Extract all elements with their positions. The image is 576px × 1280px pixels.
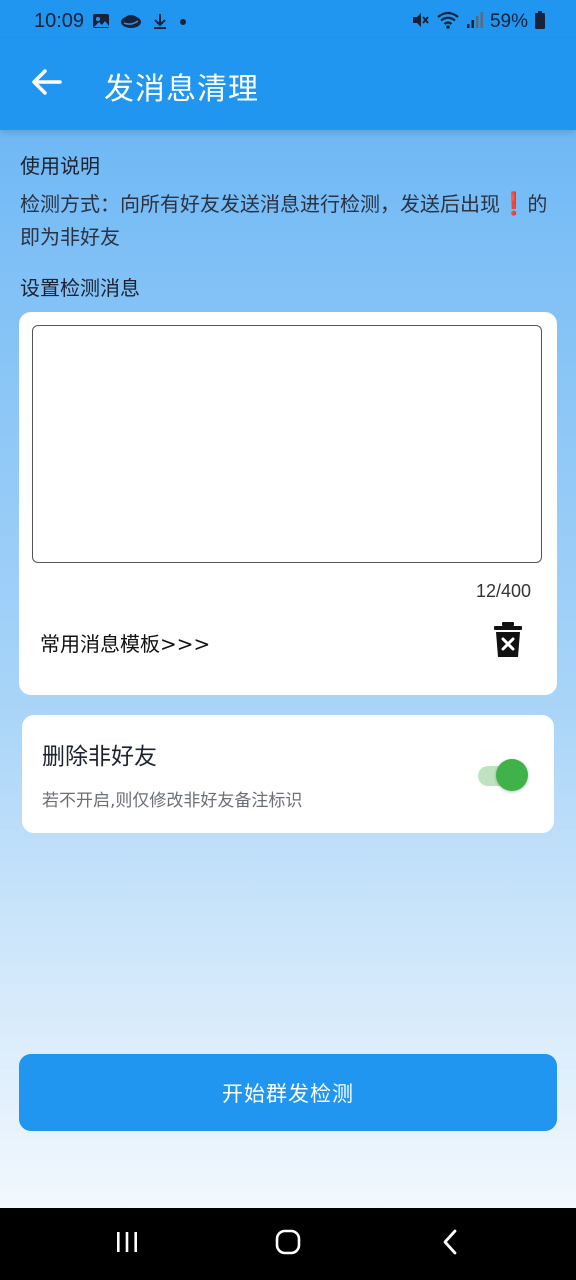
exclamation-icon: ❗ bbox=[500, 192, 528, 217]
status-left-icons bbox=[92, 12, 188, 34]
dot-icon bbox=[178, 12, 188, 34]
start-detection-button[interactable]: 开始群发检测 bbox=[19, 1054, 557, 1131]
delete-option-title: 删除非好友 bbox=[42, 744, 157, 770]
trash-icon bbox=[493, 622, 523, 663]
message-card: 12/400 常用消息模板>>> bbox=[19, 312, 557, 695]
battery-percent: 59% bbox=[489, 11, 528, 32]
home-icon bbox=[274, 1228, 302, 1260]
toggle-thumb bbox=[496, 759, 528, 791]
status-right-icons: 59% bbox=[410, 10, 546, 34]
instructions-heading: 使用说明 bbox=[20, 154, 100, 178]
cloud-icon bbox=[120, 12, 142, 34]
message-setting-heading: 设置检测消息 bbox=[20, 276, 140, 300]
wifi-icon bbox=[436, 10, 460, 34]
arrow-left-icon bbox=[30, 68, 62, 100]
mute-icon bbox=[410, 10, 430, 34]
delete-toggle[interactable] bbox=[476, 758, 530, 792]
download-icon bbox=[152, 12, 168, 34]
delete-option-subtitle: 若不开启,则仅修改非好友备注标识 bbox=[42, 791, 303, 811]
back-button[interactable] bbox=[22, 62, 70, 106]
recents-icon bbox=[114, 1230, 140, 1258]
page-title: 发消息清理 bbox=[104, 72, 259, 107]
battery-icon bbox=[534, 10, 546, 34]
nav-back-button[interactable] bbox=[425, 1226, 475, 1262]
recents-button[interactable] bbox=[102, 1226, 152, 1262]
instructions-text-part1: 检测方式：向所有好友发送消息进行检测，发送后出现 bbox=[20, 192, 500, 216]
signal-icon bbox=[466, 10, 484, 34]
instructions-text: 检测方式：向所有好友发送消息进行检测，发送后出现❗的即为非好友 bbox=[20, 188, 550, 254]
home-button[interactable] bbox=[263, 1226, 313, 1262]
clear-message-button[interactable] bbox=[493, 621, 523, 659]
templates-link[interactable]: 常用消息模板>>> bbox=[40, 628, 210, 657]
app-bar: 发消息清理 bbox=[0, 38, 576, 130]
delete-option-card: 删除非好友 若不开启,则仅修改非好友备注标识 bbox=[22, 715, 554, 833]
message-textarea[interactable] bbox=[32, 325, 542, 563]
status-time: 10:09 bbox=[34, 10, 85, 32]
image-icon bbox=[92, 12, 110, 34]
char-counter: 12/400 bbox=[475, 581, 531, 601]
navigation-bar bbox=[0, 1208, 576, 1280]
back-icon bbox=[440, 1228, 460, 1260]
